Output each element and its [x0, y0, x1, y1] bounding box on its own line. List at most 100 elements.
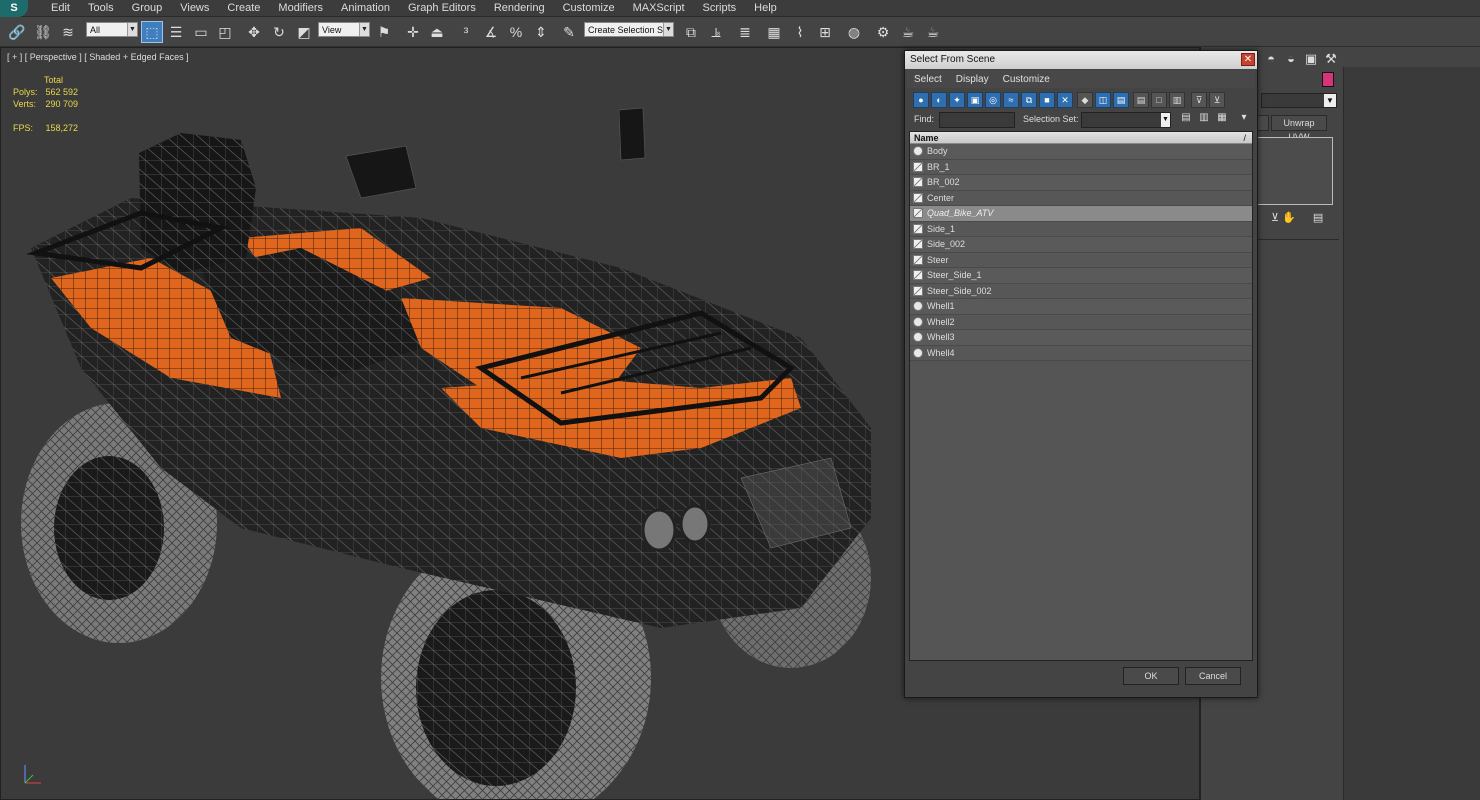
select-invert-icon[interactable]: ▦	[1215, 112, 1229, 128]
configure-modifier-sets-icon[interactable]: ▤	[1313, 212, 1323, 224]
menu-rendering[interactable]: Rendering	[485, 0, 554, 17]
dialog-menu-display[interactable]: Display	[949, 74, 996, 85]
object-row[interactable]: Side_002	[910, 237, 1252, 253]
object-row[interactable]: Side_1	[910, 221, 1252, 237]
menu-views[interactable]: Views	[171, 0, 218, 17]
selection-filter-dropdown[interactable]: All ▼	[86, 22, 138, 37]
menu-tools[interactable]: Tools	[79, 0, 123, 17]
menu-graph-editors[interactable]: Graph Editors	[399, 0, 485, 17]
display-bones-icon[interactable]: ✕	[1057, 92, 1073, 108]
menu-group[interactable]: Group	[123, 0, 172, 17]
curve-editor-icon[interactable]: ⌇	[789, 21, 811, 43]
hierarchy-tab-icon[interactable]: ◒	[1281, 51, 1301, 67]
menu-modifiers[interactable]: Modifiers	[269, 0, 332, 17]
link-icon[interactable]: 🔗	[6, 21, 28, 43]
object-row[interactable]: Quad_Bike_ATV	[910, 206, 1252, 222]
render-setup-icon[interactable]: ⚙	[872, 21, 894, 43]
angle-snap-icon[interactable]: ∡	[480, 21, 502, 43]
display-tab-icon[interactable]: ▣	[1301, 51, 1321, 67]
keyboard-shortcut-override-icon[interactable]: ⏏	[426, 21, 448, 43]
display-helpers-icon[interactable]: ◎	[985, 92, 1001, 108]
display-frozen-icon[interactable]: ◫	[1095, 92, 1111, 108]
select-all-icon[interactable]: ▤	[1179, 112, 1193, 128]
display-none-icon[interactable]: □	[1151, 92, 1167, 108]
menu-edit[interactable]: Edit	[42, 0, 79, 17]
cancel-button[interactable]: Cancel	[1185, 667, 1241, 685]
modifier-button[interactable]	[1257, 115, 1269, 131]
ok-button[interactable]: OK	[1123, 667, 1179, 685]
menu-customize[interactable]: Customize	[554, 0, 624, 17]
rotate-icon[interactable]: ↻	[268, 21, 290, 43]
object-row[interactable]: Center	[910, 190, 1252, 206]
modifier-stack-list[interactable]	[1257, 137, 1333, 205]
menu-help[interactable]: Help	[745, 0, 786, 17]
close-icon[interactable]: ✕	[1241, 53, 1255, 66]
object-row[interactable]: Whell1	[910, 299, 1252, 315]
filter-settings-icon[interactable]: ⊻	[1209, 92, 1225, 108]
scale-icon[interactable]: ◩	[293, 21, 315, 43]
dialog-menu-customize[interactable]: Customize	[996, 74, 1057, 85]
object-row[interactable]: Steer_Side_002	[910, 283, 1252, 299]
spinner-snap-icon[interactable]: ⇕	[530, 21, 552, 43]
selection-set-dropdown[interactable]: ▼	[1081, 112, 1171, 128]
display-hidden-icon[interactable]: ▤	[1113, 92, 1129, 108]
schematic-view-icon[interactable]: ⊞	[814, 21, 836, 43]
ref-coord-system-dropdown[interactable]: View ▼	[318, 22, 370, 37]
named-selection-sets-dropdown[interactable]: Create Selection Se ▼	[584, 22, 674, 37]
display-shapes-icon[interactable]: ◐	[931, 92, 947, 108]
edit-named-selection-icon[interactable]: ✎	[558, 21, 580, 43]
mirror-icon[interactable]: ⧉	[680, 21, 702, 43]
object-color-swatch[interactable]	[1322, 72, 1334, 87]
unwrap-uvw-button[interactable]: Unwrap UVW	[1271, 115, 1327, 142]
menu-maxscript[interactable]: MAXScript	[624, 0, 694, 17]
dialog-title[interactable]: Select From Scene	[905, 51, 1257, 69]
filter-icon[interactable]: ⊽	[1191, 92, 1207, 108]
bind-spacewarp-icon[interactable]: ≋	[57, 21, 79, 43]
object-row[interactable]: Steer	[910, 252, 1252, 268]
rect-selection-region-icon[interactable]: ▭	[190, 21, 212, 43]
options-chevron-icon[interactable]: ▾	[1237, 112, 1251, 128]
scene-explorer-icon[interactable]: ▦	[763, 21, 785, 43]
percent-snap-icon[interactable]: %	[505, 21, 527, 43]
render-production-icon[interactable]: ☕	[922, 21, 944, 43]
display-invert-icon[interactable]: ▥	[1169, 92, 1185, 108]
object-row[interactable]: Steer_Side_1	[910, 268, 1252, 284]
snaps-toggle-icon[interactable]: ³	[455, 21, 477, 43]
dialog-menu-select[interactable]: Select	[907, 74, 949, 85]
object-row[interactable]: Whell4	[910, 345, 1252, 361]
utilities-tab-icon[interactable]: ⚒	[1321, 51, 1341, 67]
display-cameras-icon[interactable]: ▣	[967, 92, 983, 108]
unlink-icon[interactable]: ⛓	[32, 21, 54, 43]
display-lights-icon[interactable]: ✦	[949, 92, 965, 108]
display-xrefs-icon[interactable]: ■	[1039, 92, 1055, 108]
object-row[interactable]: BR_1	[910, 159, 1252, 175]
object-row[interactable]: BR_002	[910, 175, 1252, 191]
find-input[interactable]	[939, 112, 1015, 128]
window-crossing-icon[interactable]: ◰	[214, 21, 236, 43]
object-row[interactable]: Whell3	[910, 330, 1252, 346]
object-row[interactable]: Body	[910, 144, 1252, 160]
align-icon[interactable]: ⫡	[705, 21, 727, 43]
display-all-icon[interactable]: ▤	[1133, 92, 1149, 108]
display-geometry-icon[interactable]: ●	[913, 92, 929, 108]
select-object-icon[interactable]: ⬚	[141, 21, 163, 43]
move-icon[interactable]: ✥	[243, 21, 265, 43]
display-groups-icon[interactable]: ⧉	[1021, 92, 1037, 108]
display-spacewarps-icon[interactable]: ≈	[1003, 92, 1019, 108]
menu-animation[interactable]: Animation	[332, 0, 399, 17]
select-by-name-icon[interactable]: ☰	[165, 21, 187, 43]
modifier-list-dropdown[interactable]: ▼	[1261, 93, 1337, 108]
rendered-frame-window-icon[interactable]: ☕	[897, 21, 919, 43]
app-logo-icon[interactable]: S	[0, 0, 28, 17]
menu-create[interactable]: Create	[218, 0, 269, 17]
pivot-center-icon[interactable]: ⚑	[373, 21, 395, 43]
display-containers-icon[interactable]: ◆	[1077, 92, 1093, 108]
material-editor-icon[interactable]: ◍	[843, 21, 865, 43]
scene-object-list[interactable]: Name / Body BR_1 BR_002 Center Quad_Bike_ATV…	[909, 131, 1253, 661]
modify-tab-icon[interactable]: ◓	[1261, 51, 1281, 67]
menu-scripts[interactable]: Scripts	[694, 0, 746, 17]
layer-manager-icon[interactable]: ≣	[734, 21, 756, 43]
show-end-result-icon[interactable]: ✋	[1282, 212, 1296, 224]
column-header-name[interactable]: Name /	[910, 132, 1252, 144]
pin-stack-icon[interactable]: ⊻	[1271, 212, 1279, 224]
